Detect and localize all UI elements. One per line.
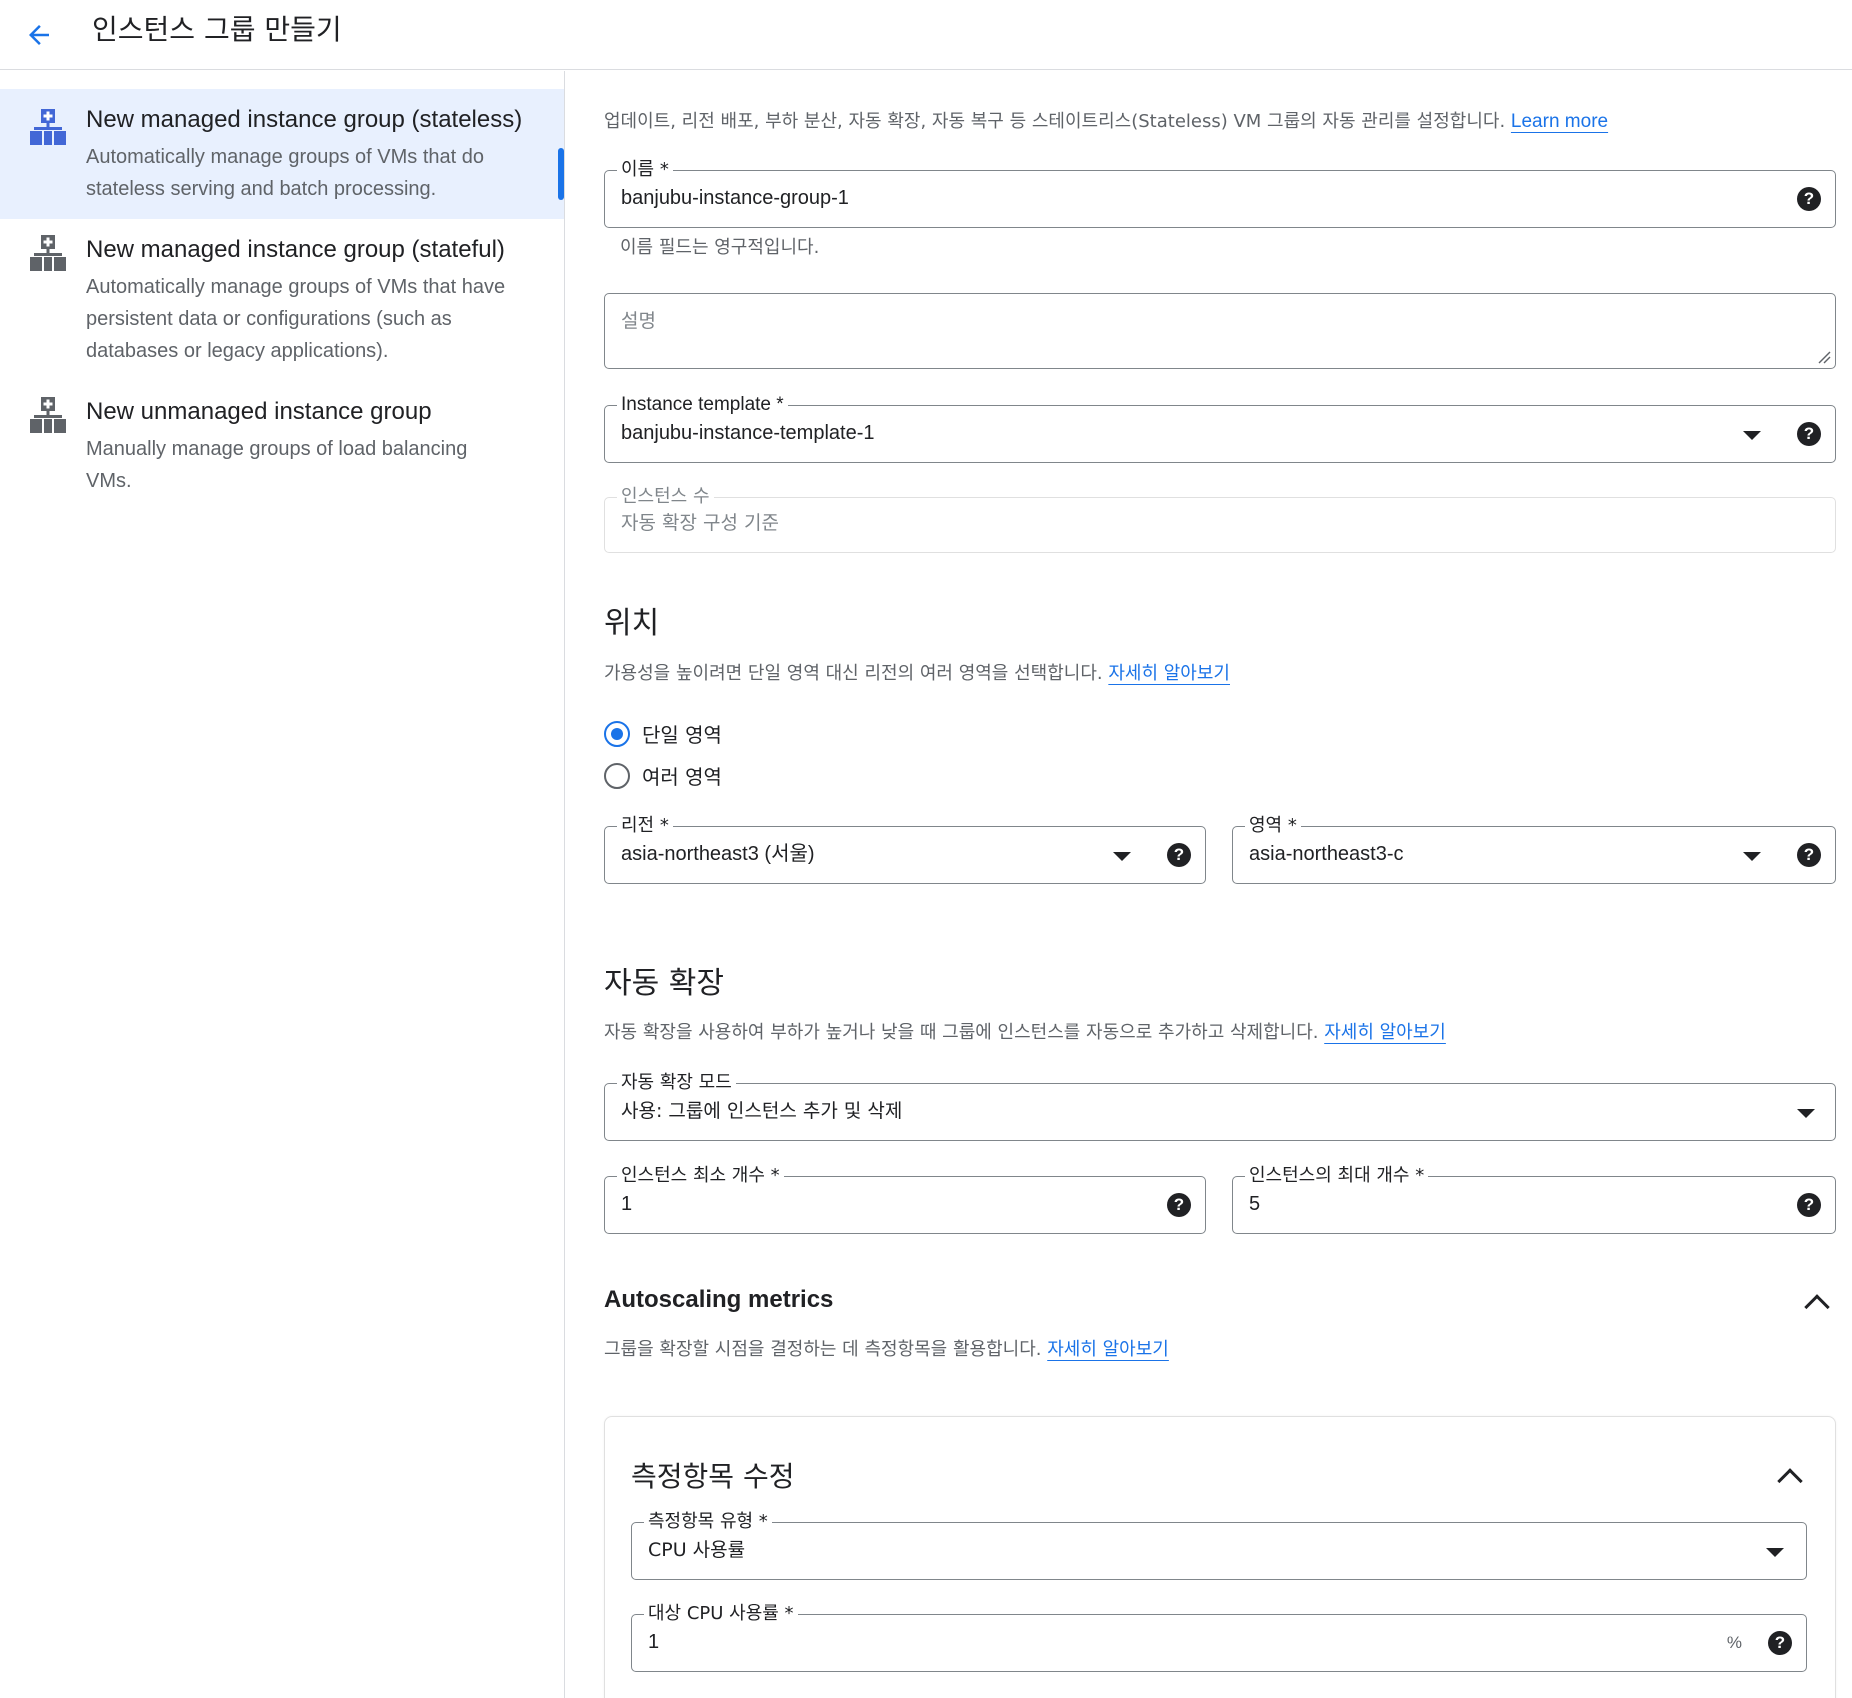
zone-label: 영역 * [1245,813,1301,839]
metric-type-label: 측정항목 유형 * [644,1509,772,1535]
zone-value: asia-northeast3-c [1249,843,1404,865]
top-bar: 인스턴스 그룹 만들기 [0,0,1852,70]
metric-edit-card: 측정항목 수정 측정항목 유형 * CPU 사용률 대상 CPU 사용률 * 1… [604,1416,1836,1698]
location-desc-text: 가용성을 높이려면 단일 영역 대신 리전의 여러 영역을 선택합니다. [604,663,1109,684]
desc-line: VMs. [86,470,132,492]
main-content: 업데이트, 리전 배포, 부하 분산, 자동 확장, 자동 복구 등 스테이트리… [566,71,1852,1698]
dropdown-arrow-icon[interactable] [1743,431,1761,440]
location-desc: 가용성을 높이려면 단일 영역 대신 리전의 여러 영역을 선택합니다. 자세히… [604,661,1230,687]
resize-handle-icon[interactable] [1817,350,1831,364]
metric-edit-title: 측정항목 수정 [631,1460,795,1493]
sidebar: New managed instance group (stateless) A… [0,71,565,1698]
dropdown-arrow-icon[interactable] [1766,1548,1784,1557]
radio-label: 단일 영역 [642,723,722,747]
description-textarea[interactable]: 설명 [604,293,1836,369]
max-instances-label: 인스턴스의 최대 개수 * [1245,1163,1429,1189]
metrics-learn-more-link[interactable]: 자세히 알아보기 [1047,1339,1169,1360]
chevron-up-icon[interactable] [1804,1294,1830,1320]
instance-count-label: 인스턴스 수 [617,484,714,510]
target-cpu-field[interactable]: 대상 CPU 사용률 * 1 % ? [631,1601,1807,1672]
radio-single-zone[interactable]: 단일 영역 [604,719,722,748]
sidebar-item-managed-stateless[interactable]: New managed instance group (stateless) A… [0,89,564,219]
location-title: 위치 [604,606,660,641]
dropdown-arrow-icon[interactable] [1113,852,1131,861]
instance-template-value: banjubu-instance-template-1 [621,422,875,444]
help-icon[interactable]: ? [1797,422,1821,446]
min-instances-label: 인스턴스 최소 개수 * [617,1163,784,1189]
instance-group-icon [30,235,66,271]
target-cpu-value: 1 [648,1631,660,1653]
autoscaling-learn-more-link[interactable]: 자세히 알아보기 [1324,1022,1446,1043]
desc-line: Manually manage groups of load balancing [86,438,468,460]
intro-description: 업데이트, 리전 배포, 부하 분산, 자동 확장, 자동 복구 등 스테이트리… [604,111,1511,132]
instance-count-placeholder: 자동 확장 구성 기준 [621,512,779,534]
dropdown-arrow-icon[interactable] [1743,852,1761,861]
max-instances-value: 5 [1249,1193,1261,1215]
autoscaling-mode-value: 사용: 그룹에 인스턴스 추가 및 삭제 [621,1100,903,1122]
dropdown-arrow-icon[interactable] [1797,1109,1815,1118]
instance-group-icon [30,397,66,433]
desc-line: Automatically manage groups of VMs that … [86,146,484,168]
region-select[interactable]: 리전 * asia-northeast3 (서울) ? [604,813,1206,884]
name-label: 이름 * [617,157,673,183]
sidebar-item-desc: Automatically manage groups of VMs that … [86,271,546,367]
help-icon[interactable]: ? [1797,1193,1821,1217]
sidebar-item-managed-stateful[interactable]: New managed instance group (stateful) Au… [0,221,564,381]
autoscaling-mode-label: 자동 확장 모드 [617,1070,736,1096]
sidebar-item-unmanaged[interactable]: New unmanaged instance group Manually ma… [0,383,564,513]
help-icon[interactable]: ? [1167,843,1191,867]
help-icon[interactable]: ? [1768,1631,1792,1655]
help-icon[interactable]: ? [1797,843,1821,867]
region-label: 리전 * [617,813,673,839]
instance-template-select[interactable]: Instance template * banjubu-instance-tem… [604,392,1836,463]
sidebar-item-title: New managed instance group (stateful) [86,236,505,263]
metric-type-select[interactable]: 측정항목 유형 * CPU 사용률 [631,1509,1807,1580]
arrow-back-icon [29,25,49,45]
zone-select[interactable]: 영역 * asia-northeast3-c ? [1232,813,1836,884]
autoscaling-mode-select[interactable]: 자동 확장 모드 사용: 그룹에 인스턴스 추가 및 삭제 [604,1070,1836,1141]
help-icon[interactable]: ? [1797,187,1821,211]
description-placeholder: 설명 [621,310,656,332]
metrics-desc-text: 그룹을 확장할 시점을 결정하는 데 측정항목을 활용합니다. [604,1339,1048,1360]
desc-line: stateless serving and batch processing. [86,178,437,200]
name-value: banjubu-instance-group-1 [621,187,849,209]
intro-text: 업데이트, 리전 배포, 부하 분산, 자동 확장, 자동 복구 등 스테이트리… [604,109,1608,135]
desc-line: databases or legacy applications). [86,340,389,362]
radio-button-selected[interactable] [604,720,630,747]
learn-more-link[interactable]: Learn more [1511,111,1608,132]
max-instances-field[interactable]: 인스턴스의 최대 개수 * 5 ? [1232,1163,1836,1234]
page-title: 인스턴스 그룹 만들기 [92,13,342,46]
autoscaling-title: 자동 확장 [604,966,724,1001]
autoscaling-metrics-title: Autoscaling metrics [604,1286,834,1313]
metric-type-value: CPU 사용률 [648,1539,746,1561]
autoscaling-desc-text: 자동 확장을 사용하여 부하가 높거나 낮을 때 그룹에 인스턴스를 자동으로 … [604,1022,1325,1043]
min-instances-value: 1 [621,1193,633,1215]
region-value: asia-northeast3 (서울) [621,843,815,865]
percent-unit: % [1726,1633,1742,1652]
back-button[interactable] [14,10,64,60]
radio-multi-zone[interactable]: 여러 영역 [604,761,722,790]
radio-button[interactable] [604,762,630,789]
help-icon[interactable]: ? [1167,1193,1191,1217]
active-indicator [558,148,564,200]
sidebar-item-title: New managed instance group (stateless) [86,106,523,133]
sidebar-item-desc: Automatically manage groups of VMs that … [86,141,546,205]
radio-label: 여러 영역 [642,765,722,789]
instance-template-label: Instance template * [617,392,788,418]
instance-count-field: 인스턴스 수 자동 확장 구성 기준 [604,484,1836,553]
sidebar-item-desc: Manually manage groups of load balancing… [86,433,546,497]
target-cpu-label: 대상 CPU 사용률 * [644,1601,798,1627]
instance-group-icon [30,109,66,145]
name-field[interactable]: 이름 * banjubu-instance-group-1 ? [604,157,1836,228]
desc-line: persistent data or configurations (such … [86,308,452,330]
autoscaling-desc: 자동 확장을 사용하여 부하가 높거나 낮을 때 그룹에 인스턴스를 자동으로 … [604,1020,1446,1046]
desc-line: Automatically manage groups of VMs that … [86,276,506,298]
metrics-desc: 그룹을 확장할 시점을 결정하는 데 측정항목을 활용합니다. 자세히 알아보기 [604,1337,1169,1363]
name-hint: 이름 필드는 영구적입니다. [620,237,820,258]
location-learn-more-link[interactable]: 자세히 알아보기 [1108,663,1230,684]
min-instances-field[interactable]: 인스턴스 최소 개수 * 1 ? [604,1163,1206,1234]
sidebar-item-title: New unmanaged instance group [86,398,432,425]
chevron-up-icon[interactable] [1777,1468,1803,1494]
